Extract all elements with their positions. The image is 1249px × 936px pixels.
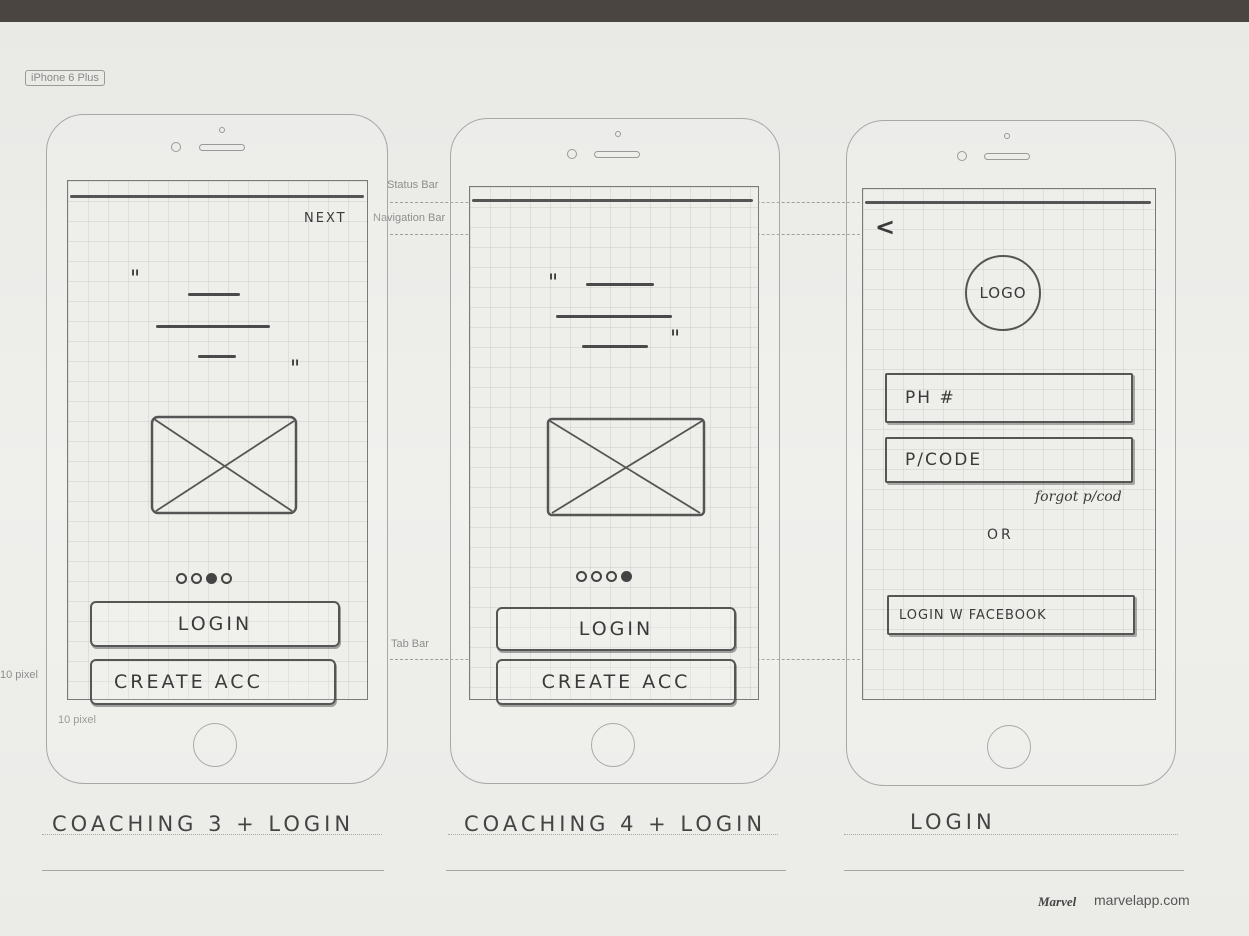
next-button[interactable]: NEXT: [304, 211, 347, 226]
login-button[interactable]: LOGIN: [90, 601, 340, 647]
screen-3-caption: LOGIN: [910, 810, 996, 834]
caption-underline: [448, 834, 778, 835]
tab-bar-annotation: Tab Bar: [391, 638, 429, 650]
pager-dot: [191, 573, 202, 584]
camera-icon: [567, 149, 577, 159]
password-field[interactable]: P/CODE: [885, 437, 1133, 483]
pager-dot: [206, 573, 217, 584]
coaching-text-line-2: [556, 315, 672, 318]
caption-rule: [844, 870, 1184, 871]
marvel-logo: Marvel: [1038, 894, 1077, 909]
camera-icon: [957, 151, 967, 161]
quote-open-mark: ": [130, 267, 144, 292]
sensor-dot: [219, 127, 225, 133]
back-icon[interactable]: <: [875, 213, 898, 241]
margin-left-annotation: 10 pixel: [0, 669, 38, 681]
caption-underline: [844, 834, 1178, 835]
home-button-icon: [591, 723, 635, 767]
speaker-grill: [594, 151, 640, 158]
home-button-icon: [987, 725, 1031, 769]
facebook-login-button[interactable]: LOGIN W FACEBOOK: [887, 595, 1135, 635]
phone-number-field[interactable]: PH #: [885, 373, 1133, 423]
coaching-text-line-2: [156, 325, 270, 328]
marvel-url: marvelapp.com: [1094, 892, 1190, 908]
caption-underline: [42, 834, 382, 835]
quote-close-mark: ": [290, 357, 304, 382]
camera-icon: [171, 142, 181, 152]
pager-dot: [176, 573, 187, 584]
pager-dot: [591, 571, 602, 582]
quote-close-mark: ": [670, 327, 684, 352]
image-placeholder: [546, 417, 706, 517]
pager-dot: [621, 571, 632, 582]
create-account-button[interactable]: CREATE ACC: [496, 659, 736, 705]
status-bar-line: [70, 195, 364, 198]
device-tag: iPhone 6 Plus: [25, 70, 105, 86]
screen-2-caption: COACHING 4 + LOGIN: [464, 812, 767, 836]
caption-rule: [42, 870, 384, 871]
login-button[interactable]: LOGIN: [496, 607, 736, 651]
speaker-grill: [984, 153, 1030, 160]
coaching-text-line-3: [198, 355, 236, 358]
logo-placeholder: LOGO: [965, 255, 1041, 331]
pager-dot: [221, 573, 232, 584]
status-bar-line: [865, 201, 1151, 204]
forgot-password-link[interactable]: forgot p/cod: [1035, 489, 1122, 505]
screen-2: " " LOGIN CREATE ACC: [469, 186, 759, 705]
coaching-text-line-1: [188, 293, 240, 296]
caption-rule: [446, 870, 786, 871]
sensor-dot: [615, 131, 621, 137]
pager-dot: [606, 571, 617, 582]
status-bar-line: [472, 199, 753, 202]
quote-open-mark: ": [548, 271, 562, 296]
home-button-icon: [193, 723, 237, 767]
paper-sheet: iPhone 6 Plus Status Bar Navigation Bar …: [0, 22, 1249, 936]
coaching-text-line-3: [582, 345, 648, 348]
coaching-text-line-1: [586, 283, 654, 286]
pager-dots: [576, 571, 632, 582]
pager-dot: [576, 571, 587, 582]
create-account-button[interactable]: CREATE ACC: [90, 659, 336, 705]
screen-3: < LOGO PH # P/CODE forgot p/cod OR LOGIN…: [862, 188, 1156, 700]
speaker-grill: [199, 144, 245, 151]
or-divider-label: OR: [987, 527, 1014, 543]
sensor-dot: [1004, 133, 1010, 139]
status-bar-annotation: Status Bar: [387, 179, 439, 191]
pager-dots: [176, 573, 232, 584]
screen-1-caption: COACHING 3 + LOGIN: [52, 812, 355, 836]
image-placeholder: [150, 415, 298, 515]
screen-1: NEXT " " LOGIN CREATE ACC: [67, 180, 368, 705]
